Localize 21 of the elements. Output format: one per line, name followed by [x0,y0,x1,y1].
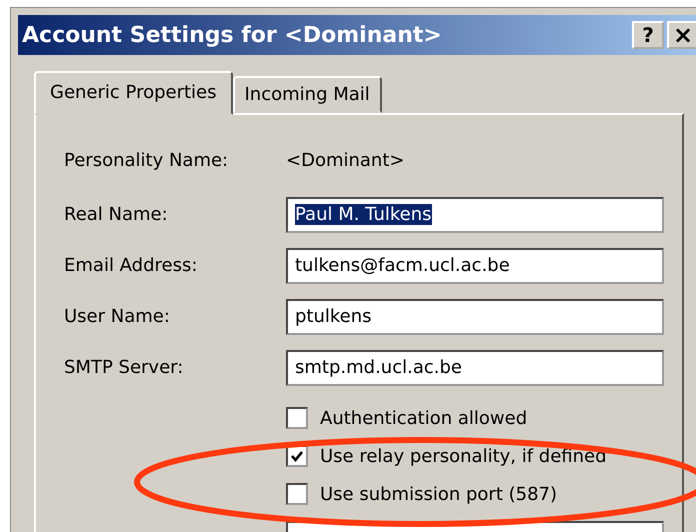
input-field[interactable]: Paul M. Tulkens [286,196,664,232]
help-button[interactable]: ? [632,21,664,49]
close-button[interactable]: × [667,21,696,49]
field-label: Email Address: [64,255,198,276]
checkbox[interactable] [286,407,308,429]
field-label: SMTP Server: [64,357,184,378]
input-field[interactable]: smtp.md.ucl.ac.be [286,350,664,386]
field-label: User Name: [64,306,171,327]
tab[interactable]: Incoming Mail [232,76,382,113]
input-field[interactable]: tulkens@facm.ucl.ac.be [286,248,664,284]
input-field[interactable]: ptulkens [286,298,664,334]
checkbox-label: Use relay personality, if defined [320,446,607,466]
checkmark-icon [290,449,304,463]
field-label: Real Name: [64,204,169,225]
checkbox-label: Use submission port (587) [320,484,558,504]
window-title: Account Settings for <Dominant> [22,22,442,48]
checkbox-label: Authentication allowed [320,408,528,428]
field-label: Personality Name: [64,150,230,170]
personality-name: <Dominant> [286,150,404,170]
tab[interactable]: Generic Properties [34,71,232,115]
checkbox[interactable] [286,483,308,505]
